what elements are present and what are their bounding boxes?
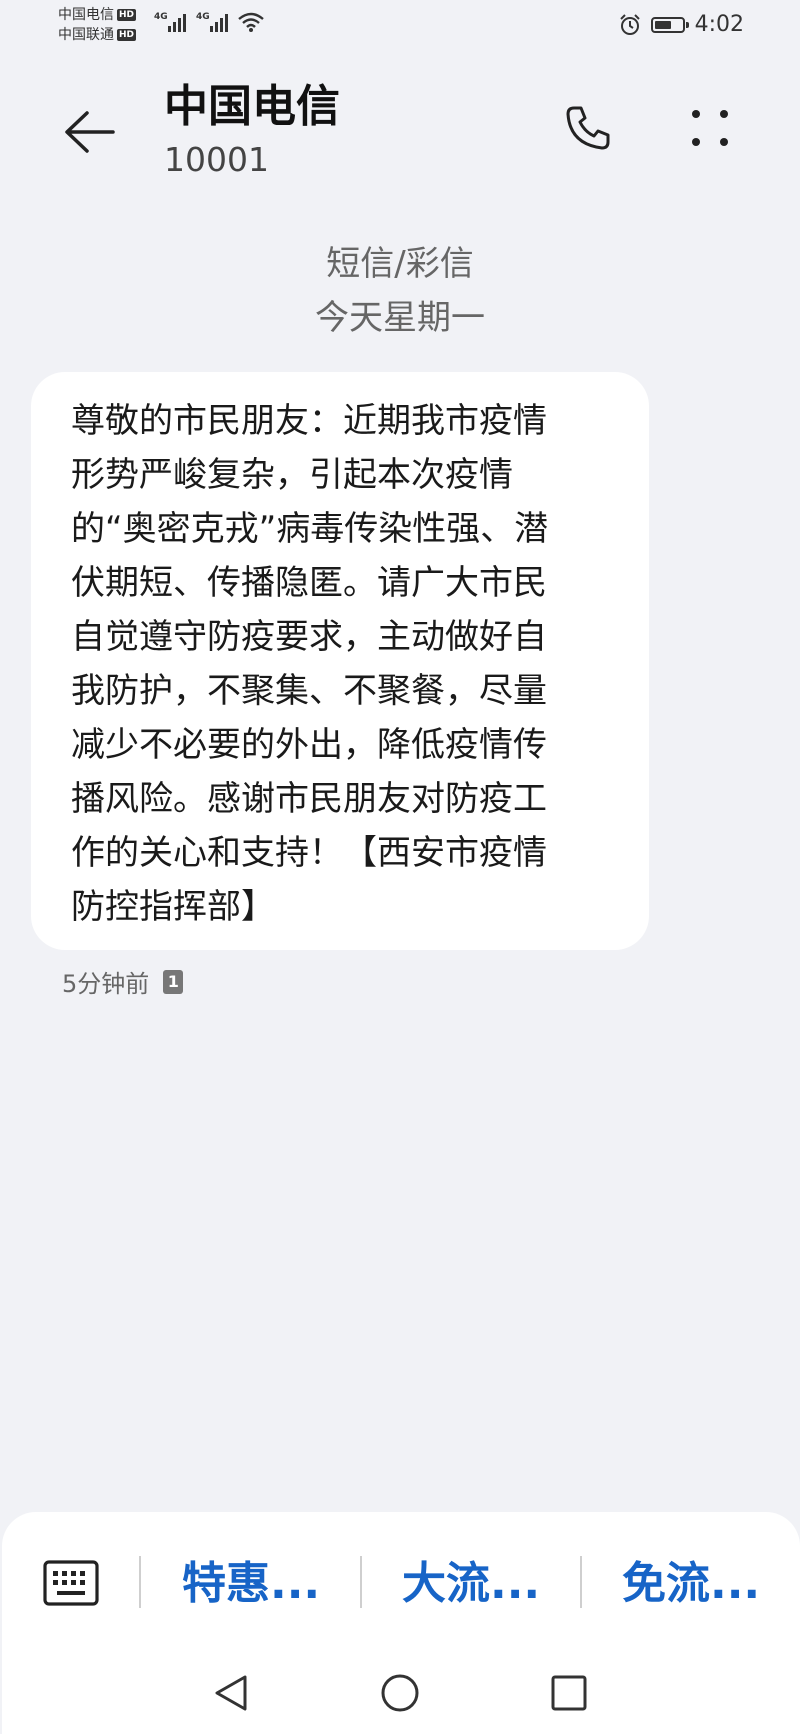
keyboard-button[interactable] (40, 1552, 102, 1614)
nav-home-button[interactable] (375, 1668, 425, 1718)
clock: 4:02 (694, 12, 744, 37)
quick-reply-item[interactable]: 大流... (402, 1552, 540, 1616)
more-options-button[interactable] (678, 96, 742, 160)
alarm-icon (619, 13, 640, 35)
sim-card-icon: 1 (163, 969, 184, 994)
conversation-header: 中国电信 10001 (0, 60, 800, 190)
signal-icon: 4G (196, 12, 228, 32)
signal-indicators: 4G 4G (154, 12, 264, 32)
carrier-1-label: 中国电信 (58, 7, 114, 23)
keyboard-icon (43, 1560, 99, 1606)
carrier-2-label: 中国联通 (58, 27, 114, 43)
arrow-left-icon (65, 111, 115, 153)
carrier-info: 中国电信 HD 中国联通 HD (58, 5, 137, 45)
divider (580, 1556, 582, 1608)
system-nav-bar (0, 1660, 800, 1724)
contact-name: 中国电信 (164, 81, 340, 132)
triangle-back-icon (215, 1675, 247, 1711)
nav-back-button[interactable] (206, 1668, 256, 1718)
wifi-icon (238, 12, 264, 32)
more-dots-icon (692, 110, 728, 146)
back-button[interactable] (58, 100, 122, 164)
square-recents-icon (551, 1675, 587, 1711)
message-type-label: 短信/彩信 (326, 244, 474, 284)
message-text: 尊敬的市民朋友：近期我市疫情 形势严峻复杂，引起本次疫情 的“奥密克戎”病毒传染… (71, 401, 549, 927)
date-separator: 今天星期一 (315, 298, 485, 338)
status-right: 4:02 (619, 12, 744, 37)
circle-home-icon (381, 1674, 419, 1712)
nav-recents-button[interactable] (544, 1668, 594, 1718)
message-meta: 5分钟前 1 (62, 964, 184, 999)
phone-icon (566, 106, 610, 150)
contact-number: 10001 (164, 140, 269, 179)
signal-icon: 4G (154, 12, 186, 32)
divider (360, 1556, 362, 1608)
hd-badge: HD (117, 29, 137, 41)
status-bar: 中国电信 HD 中国联通 HD 4G 4G 4:02 (0, 0, 800, 56)
network-type-label: 4G (154, 12, 168, 22)
message-bubble[interactable]: 尊敬的市民朋友：近期我市疫情 形势严峻复杂，引起本次疫情 的“奥密克戎”病毒传染… (31, 372, 649, 950)
quick-reply-item[interactable]: 免流... (622, 1552, 760, 1616)
hd-badge: HD (117, 9, 137, 21)
message-time: 5分钟前 (62, 970, 150, 998)
battery-icon (650, 16, 689, 33)
call-button[interactable] (556, 96, 620, 160)
network-type-label: 4G (196, 12, 210, 22)
divider (139, 1556, 141, 1608)
quick-reply-item[interactable]: 特惠... (182, 1552, 320, 1616)
